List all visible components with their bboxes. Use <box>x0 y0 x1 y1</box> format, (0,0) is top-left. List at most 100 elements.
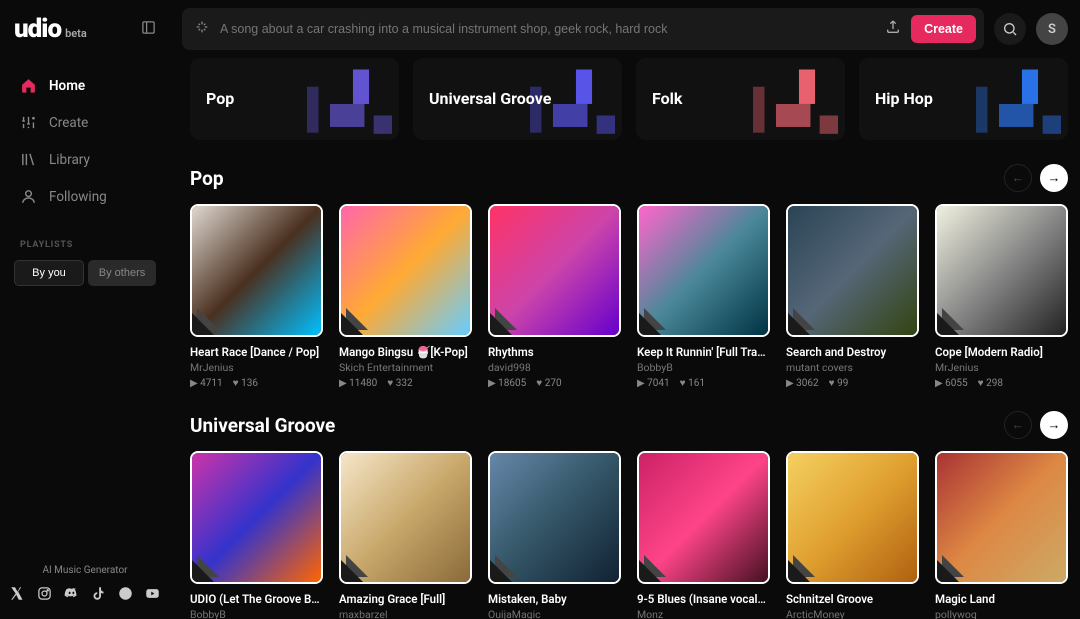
youtube-icon[interactable] <box>145 586 160 601</box>
segment-by-you[interactable]: By you <box>14 260 84 286</box>
content: Pop Universal Groove Folk Hip Hop Pop ← … <box>170 58 1080 619</box>
reddit-icon[interactable] <box>118 586 133 601</box>
track-card[interactable]: Cope [Modern Radio] MrJenius ▶ 6055 ♥ 29… <box>935 204 1068 389</box>
sidebar: udio beta Home Create Library Following PLA… <box>0 0 170 619</box>
logo[interactable]: udio beta <box>14 14 87 44</box>
tiktok-icon[interactable] <box>91 586 106 601</box>
search-button[interactable] <box>994 13 1026 45</box>
likes-stat: ♥ 270 <box>536 378 561 389</box>
likes-stat: ♥ 332 <box>387 378 412 389</box>
track-art <box>339 204 472 337</box>
next-button[interactable]: → <box>1040 164 1068 192</box>
avatar[interactable]: S <box>1036 13 1068 45</box>
logo-row: udio beta <box>10 14 160 44</box>
track-card[interactable]: Keep It Runnin' [Full Track] BobbyB ▶ 70… <box>637 204 770 389</box>
nav-label: Home <box>49 78 85 94</box>
playlists-segment: By youBy others <box>10 260 160 286</box>
track-artist: MrJenius <box>935 361 1068 374</box>
track-card[interactable]: 9-5 Blues (Insane vocals I'm... Monz <box>637 451 770 619</box>
track-art <box>935 204 1068 337</box>
section-universal-groove: Universal Groove ← → UDIO (Let The Groov… <box>190 411 1080 619</box>
main: Create S Pop Universal Groove Folk Hip H… <box>170 0 1080 619</box>
playlists-label: PLAYLISTS <box>20 240 160 250</box>
plays-stat: ▶ 6055 <box>935 378 968 389</box>
logo-text: udio <box>14 14 61 44</box>
nav-following[interactable]: Following <box>10 179 160 214</box>
plays-stat: ▶ 11480 <box>339 378 377 389</box>
track-row: Heart Race [Dance / Pop] MrJenius ▶ 4711… <box>190 204 1080 389</box>
track-stats: ▶ 18605 ♥ 270 <box>488 378 621 389</box>
section-title: Pop <box>190 167 224 190</box>
genre-label: Hip Hop <box>875 89 933 108</box>
genre-card-hip-hop[interactable]: Hip Hop <box>859 58 1068 140</box>
track-artist: BobbyB <box>190 608 323 619</box>
genre-label: Folk <box>652 89 682 108</box>
track-title: Rhythms <box>488 345 621 359</box>
prev-button[interactable]: ← <box>1004 411 1032 439</box>
twitter-icon[interactable] <box>10 586 25 601</box>
genre-card-folk[interactable]: Folk <box>636 58 845 140</box>
track-stats: ▶ 4711 ♥ 136 <box>190 378 323 389</box>
topbar: Create S <box>170 0 1080 58</box>
track-card[interactable]: Mistaken, Baby OuijaMagic <box>488 451 621 619</box>
likes-stat: ♥ 298 <box>978 378 1003 389</box>
section-arrows: ← → <box>1004 164 1068 192</box>
logo-tag: beta <box>65 27 87 40</box>
track-art <box>488 451 621 584</box>
track-art <box>786 204 919 337</box>
nav-label: Library <box>49 152 90 168</box>
section-head: Pop ← → <box>190 164 1080 192</box>
track-artist: ArcticMoney <box>786 608 919 619</box>
track-stats: ▶ 7041 ♥ 161 <box>637 378 770 389</box>
track-title: Keep It Runnin' [Full Track] <box>637 345 770 359</box>
next-button[interactable]: → <box>1040 411 1068 439</box>
sidebar-footer: AI Music Generator <box>10 565 160 605</box>
track-card[interactable]: Amazing Grace [Full] maxbarzel <box>339 451 472 619</box>
section-pop: Pop ← → Heart Race [Dance / Pop] MrJeniu… <box>190 164 1080 389</box>
track-card[interactable]: UDIO (Let The Groove Be You... BobbyB <box>190 451 323 619</box>
track-card[interactable]: Mango Bingsu 🍧[K-Pop] Skich Entertainmen… <box>339 204 472 389</box>
track-card[interactable]: Search and Destroy mutant covers ▶ 3062 … <box>786 204 919 389</box>
track-row: UDIO (Let The Groove Be You... BobbyB Am… <box>190 451 1080 619</box>
section-title: Universal Groove <box>190 414 335 437</box>
track-card[interactable]: Heart Race [Dance / Pop] MrJenius ▶ 4711… <box>190 204 323 389</box>
track-artist: OuijaMagic <box>488 608 621 619</box>
track-artist: maxbarzel <box>339 608 472 619</box>
track-title: Mango Bingsu 🍧[K-Pop] <box>339 345 472 359</box>
track-art <box>339 451 472 584</box>
track-artist: Skich Entertainment <box>339 361 472 374</box>
track-art <box>190 451 323 584</box>
plays-stat: ▶ 18605 <box>488 378 526 389</box>
section-arrows: ← → <box>1004 411 1068 439</box>
track-card[interactable]: Schnitzel Groove ArcticMoney <box>786 451 919 619</box>
track-stats: ▶ 3062 ♥ 99 <box>786 378 919 389</box>
track-stats: ▶ 6055 ♥ 298 <box>935 378 1068 389</box>
likes-stat: ♥ 99 <box>829 378 849 389</box>
nav-create[interactable]: Create <box>10 105 160 140</box>
likes-stat: ♥ 136 <box>233 378 258 389</box>
track-card[interactable]: Rhythms david998 ▶ 18605 ♥ 270 <box>488 204 621 389</box>
footer-caption: AI Music Generator <box>10 565 160 576</box>
upload-icon[interactable] <box>885 19 901 39</box>
genre-card-pop[interactable]: Pop <box>190 58 399 140</box>
genre-card-universal-groove[interactable]: Universal Groove <box>413 58 622 140</box>
nav-home[interactable]: Home <box>10 68 160 103</box>
track-art <box>637 204 770 337</box>
segment-by-others[interactable]: By others <box>88 260 156 286</box>
track-art <box>190 204 323 337</box>
track-card[interactable]: Magic Land pollywog <box>935 451 1068 619</box>
collapse-sidebar-icon[interactable] <box>141 20 156 39</box>
social-links <box>10 586 160 601</box>
instagram-icon[interactable] <box>37 586 52 601</box>
nav-library[interactable]: Library <box>10 142 160 177</box>
track-artist: Monz <box>637 608 770 619</box>
track-art <box>935 451 1068 584</box>
prompt-input[interactable] <box>220 22 875 36</box>
plays-stat: ▶ 3062 <box>786 378 819 389</box>
discord-icon[interactable] <box>64 586 79 601</box>
genre-label: Pop <box>206 89 234 108</box>
track-title: Heart Race [Dance / Pop] <box>190 345 323 359</box>
prev-button[interactable]: ← <box>1004 164 1032 192</box>
create-button[interactable]: Create <box>911 15 976 43</box>
main-nav: Home Create Library Following <box>10 68 160 214</box>
